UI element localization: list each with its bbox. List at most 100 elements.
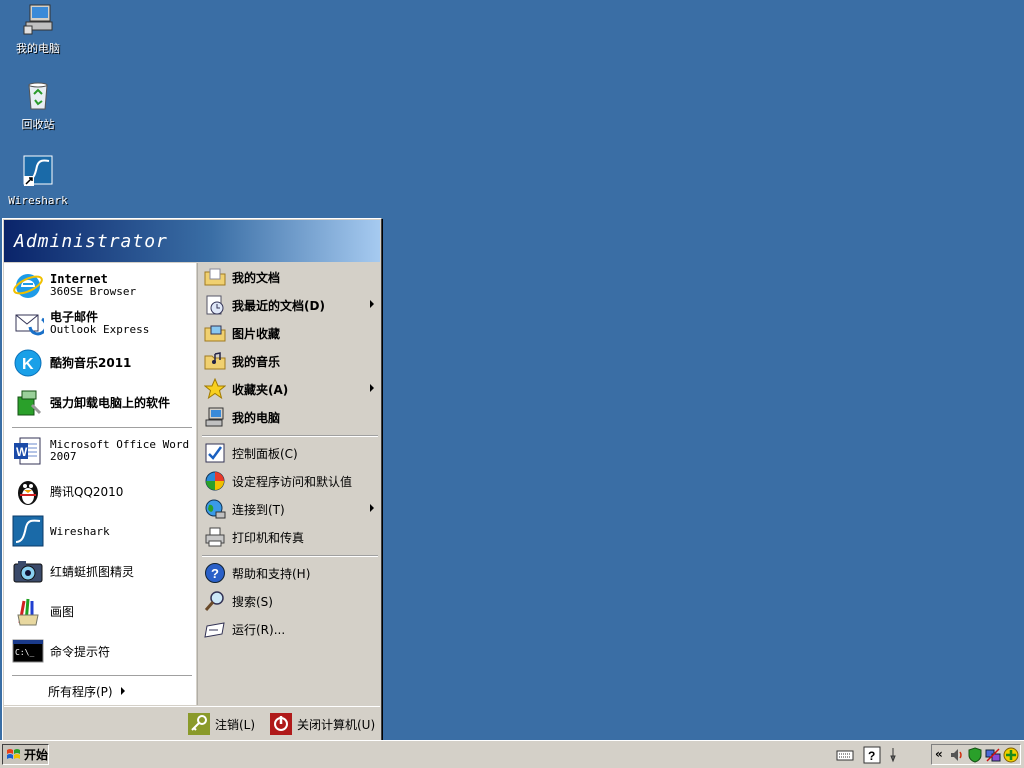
- paint-icon: [17, 598, 39, 626]
- desktop-icon-wireshark[interactable]: Wireshark: [0, 154, 76, 207]
- word-icon: W: [14, 437, 41, 465]
- svg-text:C:\_: C:\_: [15, 648, 34, 657]
- svg-text:?: ?: [211, 566, 219, 581]
- logoff-label: 注销(L): [215, 717, 256, 732]
- places-my-computer[interactable]: 我的电脑: [204, 405, 376, 429]
- svg-text:?: ?: [868, 749, 875, 763]
- shutdown-button[interactable]: 关闭计算机(U): [270, 713, 375, 735]
- shield-icon[interactable]: [967, 747, 983, 763]
- places-label: 运行(R)...: [232, 622, 286, 637]
- ie-browser-icon: [13, 274, 43, 298]
- arrow-right-icon: [120, 687, 125, 695]
- run-icon: [204, 622, 225, 638]
- places-favorites[interactable]: 收藏夹(A): [204, 377, 376, 401]
- connect-globe-icon: [205, 499, 226, 519]
- pictures-folder-icon: [204, 325, 226, 342]
- pinned-item-title: 电子邮件: [50, 309, 99, 324]
- start-menu-right-pane: 我的文档 我最近的文档(D) 图片收藏 我的音乐 收藏夹(A) 我的电脑 控制面…: [197, 263, 381, 705]
- recent-item-qq[interactable]: 腾讯QQ2010: [12, 473, 192, 509]
- right-pane-separator: [202, 555, 378, 557]
- places-label: 我的音乐: [232, 354, 281, 369]
- shutdown-label: 关闭计算机(U): [297, 717, 376, 732]
- places-label: 搜索(S): [232, 594, 273, 609]
- pinned-item-title: Internet: [50, 271, 108, 286]
- desktop-icon-recycle-bin[interactable]: 回收站: [0, 78, 76, 131]
- pinned-item-kugou[interactable]: K 酷狗音乐2011: [12, 345, 192, 381]
- computer-icon: [205, 407, 224, 427]
- all-programs-label: 所有程序(P): [48, 684, 113, 699]
- recent-item-title: 命令提示符: [50, 644, 111, 659]
- search-icon: [204, 591, 224, 611]
- keyboard-icon[interactable]: [836, 746, 854, 764]
- recent-item-title: Microsoft Office Word 2007: [50, 438, 190, 463]
- pinned-item-title: 酷狗音乐2011: [50, 355, 132, 370]
- wireshark-icon: [23, 155, 53, 186]
- places-control-panel[interactable]: 控制面板(C): [204, 441, 376, 465]
- help-icon: ?: [205, 563, 225, 583]
- left-pane-separator: [12, 675, 192, 677]
- places-label: 设定程序访问和默认值: [232, 474, 353, 489]
- places-recent-documents[interactable]: 我最近的文档(D): [204, 293, 376, 317]
- notification-area: «: [931, 744, 1021, 765]
- submenu-arrow-icon: [370, 504, 374, 512]
- start-button[interactable]: 开始: [2, 744, 49, 765]
- places-label: 图片收藏: [232, 326, 281, 341]
- svg-text:K: K: [22, 356, 34, 373]
- kugou-music-icon: K: [14, 349, 42, 377]
- places-help[interactable]: ? 帮助和支持(H): [204, 561, 376, 585]
- pen-tray-icon[interactable]: [887, 746, 905, 764]
- computer-icon: [23, 4, 53, 35]
- right-pane-separator: [202, 435, 378, 437]
- left-pane-separator: [12, 427, 192, 429]
- places-run[interactable]: 运行(R)...: [204, 617, 376, 641]
- desktop-icon-label: 回收站: [21, 118, 55, 131]
- submenu-arrow-icon: [370, 384, 374, 392]
- command-prompt-icon: C:\_: [12, 639, 44, 663]
- recent-item-wireshark[interactable]: Wireshark: [12, 513, 192, 549]
- desktop-icon-label: Wireshark: [8, 194, 68, 207]
- submenu-arrow-icon: [370, 300, 374, 308]
- places-printers[interactable]: 打印机和传真: [204, 525, 376, 549]
- printer-icon: [205, 527, 225, 547]
- places-label: 收藏夹(A): [232, 382, 289, 397]
- recent-item-title: Wireshark: [50, 524, 110, 538]
- places-label: 我的文档: [232, 270, 281, 285]
- places-label: 帮助和支持(H): [232, 566, 311, 581]
- recent-item-paint[interactable]: 画图: [12, 593, 192, 629]
- start-menu-footer: 注销(L) 关闭计算机(U): [4, 706, 380, 741]
- pinned-item-uninstaller[interactable]: 强力卸载电脑上的软件: [12, 385, 192, 421]
- places-label: 打印机和传真: [232, 530, 305, 545]
- places-label: 我最近的文档(D): [232, 298, 325, 313]
- places-label: 控制面板(C): [232, 446, 298, 461]
- volume-icon[interactable]: [949, 747, 965, 763]
- all-programs-button[interactable]: 所有程序(P): [48, 681, 125, 701]
- help-tray-icon[interactable]: ?: [863, 746, 881, 764]
- update-icon[interactable]: [1003, 747, 1019, 763]
- recent-item-capture[interactable]: 红蜻蜓抓图精灵: [12, 553, 192, 589]
- recent-item-title: 红蜻蜓抓图精灵: [50, 564, 135, 579]
- start-menu-header: Administrator: [4, 220, 380, 262]
- start-menu: Administrator Internet 360SE Browser 电子邮…: [2, 218, 382, 742]
- places-connect-to[interactable]: 连接到(T): [204, 497, 376, 521]
- recent-item-word[interactable]: W Microsoft Office Word 2007: [12, 433, 192, 469]
- show-hidden-icons-icon[interactable]: «: [935, 747, 943, 761]
- pinned-item-subtitle: 360SE Browser: [50, 284, 137, 298]
- logoff-button[interactable]: 注销(L): [188, 713, 255, 735]
- start-label: 开始: [24, 748, 49, 762]
- places-label: 我的电脑: [232, 410, 281, 425]
- key-icon: [188, 713, 210, 735]
- places-my-documents[interactable]: 我的文档: [204, 265, 376, 289]
- places-my-pictures[interactable]: 图片收藏: [204, 321, 376, 345]
- pinned-item-title: 强力卸载电脑上的软件: [50, 395, 171, 410]
- places-my-music[interactable]: 我的音乐: [204, 349, 376, 373]
- recent-item-cmd[interactable]: C:\_ 命令提示符: [12, 633, 192, 669]
- places-program-defaults[interactable]: 设定程序访问和默认值: [204, 469, 376, 493]
- network-icon[interactable]: [985, 747, 1001, 763]
- pinned-item-internet[interactable]: Internet 360SE Browser: [12, 267, 192, 303]
- pinned-item-email[interactable]: 电子邮件 Outlook Express: [12, 305, 192, 341]
- svg-text:W: W: [16, 445, 28, 459]
- recycle-bin-icon: [28, 82, 48, 110]
- music-folder-icon: [204, 352, 226, 370]
- desktop-icon-my-computer[interactable]: 我的电脑: [0, 2, 76, 55]
- places-search[interactable]: 搜索(S): [204, 589, 376, 613]
